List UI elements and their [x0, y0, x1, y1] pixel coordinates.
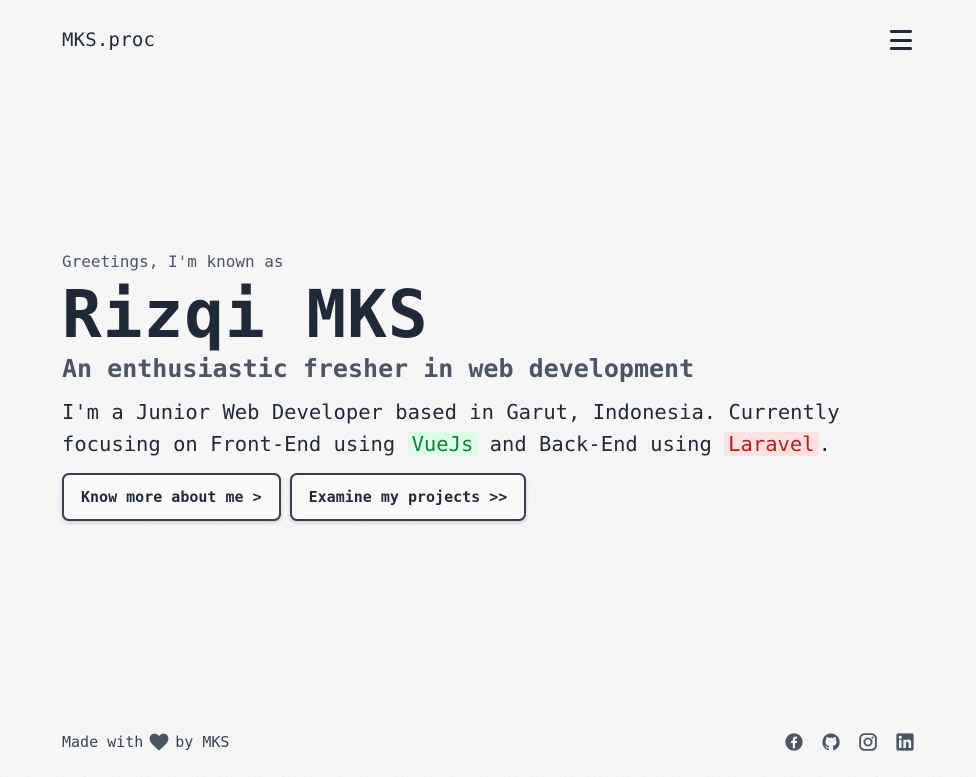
projects-button[interactable]: Examine my projects >>: [289, 473, 527, 521]
intro-text-end: .: [818, 432, 831, 456]
menu-bar-bottom: [890, 47, 912, 50]
social-links: [785, 733, 914, 751]
greeting-text: Greetings, I'm known as: [62, 252, 284, 271]
hamburger-menu-icon[interactable]: [890, 30, 912, 50]
site-header: MKS.proc: [62, 24, 914, 56]
made-with-credit: Made with by MKS: [62, 733, 229, 751]
brand-logo-link[interactable]: MKS.proc: [62, 29, 155, 51]
hero-name: Rizqi MKS: [62, 276, 429, 353]
about-me-button[interactable]: Know more about me >: [62, 473, 281, 521]
heart-icon: [149, 733, 169, 751]
hero-actions: Know more about me > Examine my projects…: [62, 473, 902, 521]
intro-paragraph: I'm a Junior Web Developer based in Garu…: [62, 396, 902, 460]
menu-bar-top: [890, 30, 912, 33]
laravel-tag: Laravel: [724, 432, 819, 456]
by-author-text: by MKS: [175, 733, 230, 751]
hero-tagline: An enthusiastic fresher in web developme…: [62, 354, 695, 383]
linkedin-icon[interactable]: [896, 733, 914, 751]
facebook-icon[interactable]: [785, 733, 803, 751]
menu-bar-middle: [890, 38, 912, 42]
github-icon[interactable]: [822, 733, 840, 751]
site-footer: Made with by MKS: [62, 728, 914, 756]
intro-text-part2: and Back-End using: [489, 432, 712, 456]
made-with-text: Made with: [62, 733, 144, 751]
vuejs-tag: VueJs: [407, 432, 478, 456]
instagram-icon[interactable]: [859, 733, 877, 751]
hero-section: Greetings, I'm known as Rizqi MKS An ent…: [62, 250, 902, 521]
